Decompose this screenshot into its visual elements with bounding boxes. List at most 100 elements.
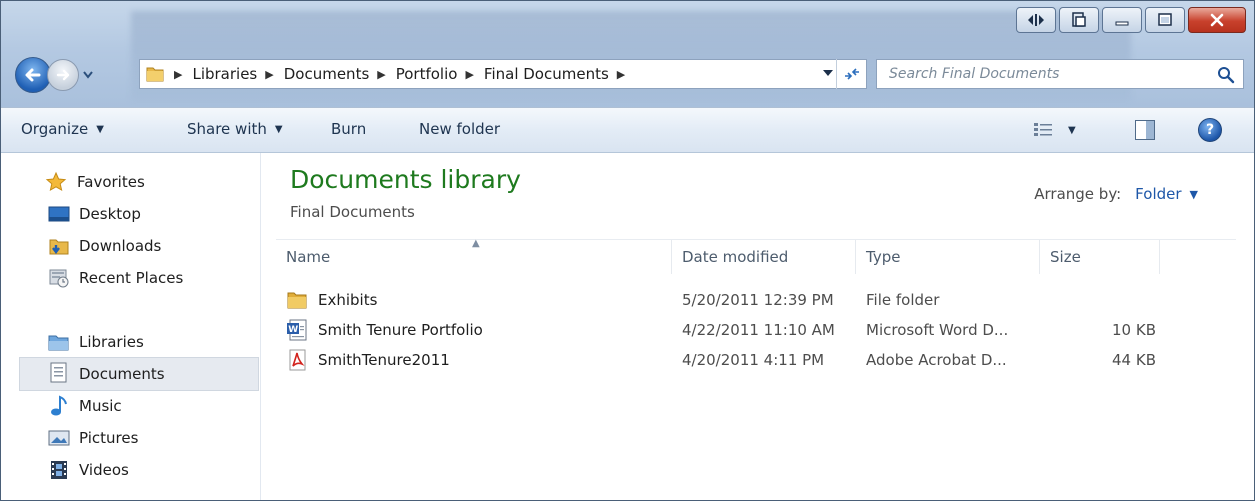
new-folder-button[interactable]: New folder [419, 120, 500, 138]
search-box [876, 59, 1244, 89]
page-title: Documents library [290, 165, 521, 194]
column-header-type[interactable]: Type [856, 240, 1040, 274]
breadcrumb-separator[interactable]: ▶ [465, 68, 473, 81]
svg-text:W: W [288, 325, 298, 335]
film-icon [51, 461, 67, 479]
file-name: Exhibits [318, 291, 378, 309]
file-size [1040, 285, 1156, 315]
organize-button[interactable]: Organize ▼ [21, 120, 104, 138]
file-name-cell: W Smith Tenure Portfolio [286, 315, 483, 345]
file-type: File folder [866, 291, 940, 309]
file-type: Adobe Acrobat D... [866, 351, 1007, 369]
column-label: Size [1050, 248, 1081, 266]
close-icon [1210, 13, 1224, 27]
breadcrumb-documents[interactable]: Documents [284, 65, 370, 83]
page-subtitle: Final Documents [290, 203, 415, 221]
column-header-name[interactable]: Name [276, 240, 672, 274]
breadcrumb-final-documents[interactable]: Final Documents [484, 65, 609, 83]
help-icon[interactable]: ? [1198, 118, 1222, 142]
refresh-icon [844, 68, 859, 80]
file-row[interactable]: W Smith Tenure Portfolio 4/22/2011 11:10… [276, 315, 1236, 345]
file-date: 4/22/2011 11:10 AM [682, 321, 835, 339]
close-button[interactable] [1188, 7, 1246, 33]
sidebar-item-label: Documents [79, 365, 165, 383]
back-arrow-icon [25, 68, 41, 82]
file-type: Microsoft Word D... [866, 321, 1009, 339]
file-name: Smith Tenure Portfolio [318, 321, 483, 339]
address-dropdown-icon[interactable] [822, 68, 834, 78]
sidebar-item-music[interactable]: Music [49, 391, 122, 421]
sidebar-item-label: Videos [79, 461, 129, 479]
pdf-icon [289, 349, 306, 371]
chevron-down-icon: ▼ [96, 123, 104, 135]
share-with-button[interactable]: Share with ▼ [187, 120, 283, 138]
chevron-down-icon: ▼ [274, 123, 283, 135]
sidebar-item-recent-places[interactable]: Recent Places [49, 263, 183, 293]
file-name-cell: SmithTenure2011 [286, 345, 450, 375]
column-header-date-modified[interactable]: Date modified [672, 240, 856, 274]
snap-left-right-button[interactable] [1016, 7, 1056, 33]
title-bar: ▶ Libraries ▶ Documents ▶ Portfolio ▶ Fi… [1, 1, 1254, 107]
sidebar-item-videos[interactable]: Videos [49, 455, 129, 485]
refresh-button[interactable] [836, 59, 866, 89]
file-name: SmithTenure2011 [318, 351, 450, 369]
arrange-by: Arrange by: Folder ▼ [1034, 185, 1198, 203]
forward-button[interactable] [47, 59, 79, 91]
file-size: 10 KB [1112, 321, 1156, 339]
breadcrumb-separator[interactable]: ▶ [265, 68, 273, 81]
share-with-label: Share with [187, 120, 267, 138]
file-name-cell: Exhibits [286, 285, 377, 315]
sidebar-item-label: Recent Places [79, 269, 184, 287]
aero-peek-button[interactable] [1059, 7, 1099, 33]
sidebar-item-desktop[interactable]: Desktop [48, 199, 141, 229]
star-icon [45, 171, 67, 191]
sidebar-item-label: Music [79, 397, 122, 415]
chevron-down-icon [83, 71, 93, 79]
burn-button[interactable]: Burn [331, 120, 366, 138]
minimize-button[interactable] [1102, 7, 1142, 33]
file-date: 4/20/2011 4:11 PM [682, 351, 825, 369]
sidebar-item-label: Pictures [79, 429, 139, 447]
explorer-window: ▶ Libraries ▶ Documents ▶ Portfolio ▶ Fi… [0, 0, 1255, 501]
breadcrumb-separator[interactable]: ▶ [377, 68, 385, 81]
change-view-button[interactable]: ▼ [1032, 119, 1076, 141]
breadcrumb-portfolio[interactable]: Portfolio [396, 65, 458, 83]
breadcrumb-separator[interactable]: ▶ [174, 68, 182, 81]
address-bar[interactable]: ▶ Libraries ▶ Documents ▶ Portfolio ▶ Fi… [139, 59, 867, 89]
sidebar-item-documents[interactable]: Documents [49, 359, 165, 389]
sidebar-item-pictures[interactable]: Pictures [48, 423, 139, 453]
column-header-row: ▲ Name Date modified Type Size [276, 238, 1236, 274]
breadcrumb-separator[interactable]: ▶ [617, 68, 625, 81]
column-header-size[interactable]: Size [1040, 240, 1160, 274]
sidebar-item-label: Desktop [79, 205, 141, 223]
file-date: 5/20/2011 12:39 PM [682, 291, 834, 309]
file-size: 44 KB [1112, 351, 1156, 369]
search-input[interactable] [889, 61, 1209, 87]
file-row[interactable]: Exhibits 5/20/2011 12:39 PM File folder [276, 285, 1236, 315]
chevron-down-icon[interactable]: ▼ [1190, 188, 1198, 201]
column-label: Type [866, 248, 901, 266]
split-arrows-icon [1028, 14, 1044, 26]
breadcrumb-libraries[interactable]: Libraries [192, 65, 257, 83]
sidebar-item-label: Downloads [79, 237, 162, 255]
sidebar-item-downloads[interactable]: Downloads [49, 231, 161, 261]
search-icon[interactable] [1217, 66, 1235, 84]
details-view-icon [1034, 123, 1052, 136]
sidebar-libraries[interactable]: Libraries [48, 327, 144, 357]
recent-pages-dropdown[interactable] [81, 65, 95, 85]
preview-pane-button[interactable] [1135, 120, 1155, 140]
file-row[interactable]: SmithTenure2011 4/20/2011 4:11 PM Adobe … [276, 345, 1236, 375]
minimize-icon [1115, 21, 1129, 26]
maximize-icon [1158, 13, 1172, 26]
back-button[interactable] [15, 57, 51, 93]
forward-arrow-icon [56, 69, 70, 81]
chevron-down-icon: ▼ [1068, 124, 1076, 136]
folder-icon [146, 67, 164, 82]
organize-label: Organize [21, 120, 89, 138]
documents-icon [50, 362, 67, 383]
content-pane: Documents library Final Documents Arrang… [262, 153, 1254, 500]
sidebar-favorites[interactable]: Favorites [45, 167, 145, 197]
column-label: Date modified [682, 248, 789, 266]
maximize-button[interactable] [1145, 7, 1185, 33]
arrange-by-dropdown[interactable]: Folder [1135, 185, 1181, 203]
